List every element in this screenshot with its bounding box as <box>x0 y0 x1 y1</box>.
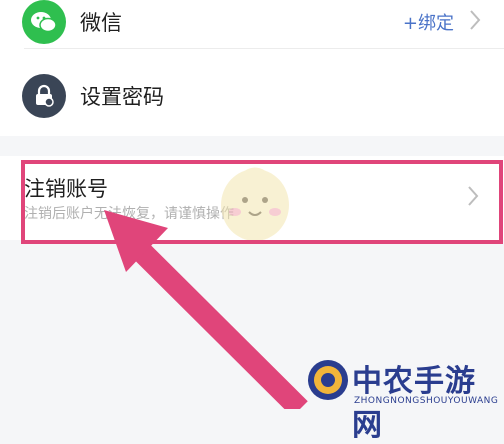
set-password-row[interactable]: 设置密码 <box>0 62 504 128</box>
account-settings-panel: 微信 +绑定 设置密码 <box>0 0 504 136</box>
site-watermark: 中农手游网 ZHONGNONGSHOUYOUWANG <box>306 354 504 443</box>
lock-icon <box>22 74 66 118</box>
chevron-right-icon <box>470 10 481 30</box>
divider <box>24 48 504 49</box>
site-logo-icon <box>308 360 348 400</box>
highlight-frame <box>21 160 503 244</box>
wechat-label: 微信 <box>80 11 122 35</box>
wechat-bind-row[interactable]: 微信 +绑定 <box>0 0 504 54</box>
watermark-subtitle: ZHONGNONGSHOUYOUWANG <box>354 396 499 406</box>
bind-wechat-link[interactable]: +绑定 <box>403 9 454 35</box>
set-password-label: 设置密码 <box>80 85 164 109</box>
wechat-icon <box>22 0 66 44</box>
